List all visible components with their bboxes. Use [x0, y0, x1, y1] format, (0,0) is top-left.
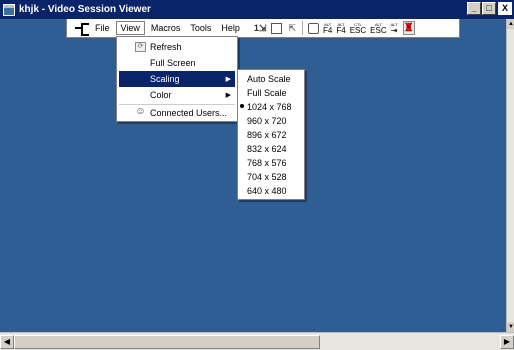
scroll-left-icon[interactable]: ◀ — [0, 335, 14, 349]
scale-option-selected[interactable]: 1024 x 768 — [238, 99, 304, 114]
key-label: F4 — [336, 25, 346, 35]
scale-option[interactable]: 896 x 672 — [238, 127, 304, 142]
menu-macros[interactable]: Macros — [147, 22, 185, 34]
menu-help[interactable]: Help — [217, 22, 244, 34]
title-bar: khjk - Video Session Viewer _ □ X — [0, 0, 514, 19]
alt-esc-button[interactable]: ALT ESC — [370, 22, 386, 35]
scroll-right-icon[interactable]: ▶ — [500, 335, 514, 349]
submenu-arrow-icon: ▶ — [225, 92, 231, 99]
scrollbar-thumb[interactable] — [14, 335, 320, 349]
menu-item-label: Full Screen — [150, 58, 196, 68]
menu-view[interactable]: View — [115, 21, 145, 35]
users-icon: ☺ — [135, 106, 146, 117]
scale-option[interactable]: Full Scale — [238, 85, 304, 100]
menu-item-connected-users[interactable]: ☺ Connected Users... — [119, 105, 235, 121]
menu-item-color[interactable]: Color ▶ — [119, 87, 235, 103]
menu-item-label: Scaling — [150, 74, 180, 84]
menu-item-label: Refresh — [150, 42, 182, 52]
view-menu: ⟳ Refresh Full Screen Scaling ▶ Color ▶ … — [116, 36, 238, 122]
alt-f4-button-2[interactable]: ALT F4 — [336, 22, 345, 35]
key-label: ESC — [349, 25, 367, 35]
scale-option-label: 768 x 576 — [247, 157, 287, 168]
scale-option[interactable]: 768 x 576 — [238, 155, 304, 170]
selected-bullet-icon — [240, 104, 244, 108]
scale-option-label: 1024 x 768 — [247, 101, 292, 112]
menu-tools[interactable]: Tools — [186, 22, 215, 34]
menu-item-label: Color — [150, 90, 172, 100]
key-label: ESC — [370, 25, 387, 35]
single-cursor-icon[interactable]: 1⇲ — [254, 23, 267, 34]
screen-icon[interactable] — [308, 22, 320, 34]
ctl-esc-button[interactable]: CTL ESC — [350, 22, 366, 35]
submenu-arrow-icon: ▶ — [225, 76, 231, 83]
scale-option-label: 896 x 672 — [247, 129, 287, 140]
toolbar-divider — [302, 21, 304, 35]
scale-option-label: Auto Scale — [247, 73, 291, 84]
horizontal-scrollbar[interactable]: ◀ ▶ — [0, 332, 514, 350]
scale-option[interactable]: 704 x 528 — [238, 169, 304, 184]
scale-option[interactable]: Auto Scale — [238, 71, 304, 86]
scale-option[interactable]: 640 x 480 — [238, 183, 304, 198]
scroll-up-icon[interactable]: ▲ — [507, 19, 514, 29]
alt-tab-button[interactable]: ALT ⇥ — [391, 22, 398, 35]
close-button[interactable]: X — [498, 2, 512, 15]
menu-item-label: Connected Users... — [150, 108, 228, 118]
scale-option-label: 832 x 624 — [247, 143, 287, 154]
scale-option[interactable]: 960 x 720 — [238, 113, 304, 128]
pointer-icon[interactable]: ⇱ — [288, 23, 296, 34]
menu-file[interactable]: File — [91, 22, 114, 34]
alt-f4-button[interactable]: ALT F4 — [323, 22, 332, 35]
frame-icon[interactable] — [271, 22, 283, 34]
menu-item-scaling[interactable]: Scaling ▶ — [119, 71, 235, 87]
scaling-submenu: Auto Scale Full Scale 1024 x 768 960 x 7… — [237, 69, 305, 200]
scale-option-label: Full Scale — [247, 87, 287, 98]
app-icon — [3, 3, 15, 16]
vertical-scrollbar[interactable]: ▲ ▼ — [506, 19, 514, 332]
key-label: F4 — [323, 25, 333, 35]
maximize-button[interactable]: □ — [482, 2, 496, 15]
scale-option-label: 704 x 528 — [247, 171, 287, 182]
menu-item-refresh[interactable]: ⟳ Refresh — [119, 39, 235, 55]
scale-option-label: 960 x 720 — [247, 115, 287, 126]
minimize-button[interactable]: _ — [467, 2, 481, 15]
person-icon[interactable]: ♜ — [402, 21, 415, 35]
menu-item-full-screen[interactable]: Full Screen — [119, 55, 235, 71]
scale-option-label: 640 x 480 — [247, 185, 287, 196]
scale-option[interactable]: 832 x 624 — [238, 141, 304, 156]
scroll-down-icon[interactable]: ▼ — [507, 322, 514, 332]
window-controls: _ □ X — [467, 2, 512, 15]
key-label: ⇥ — [390, 25, 398, 35]
refresh-icon: ⟳ — [135, 42, 146, 52]
window-title: khjk - Video Session Viewer — [19, 4, 151, 15]
pin-icon[interactable] — [75, 22, 89, 36]
